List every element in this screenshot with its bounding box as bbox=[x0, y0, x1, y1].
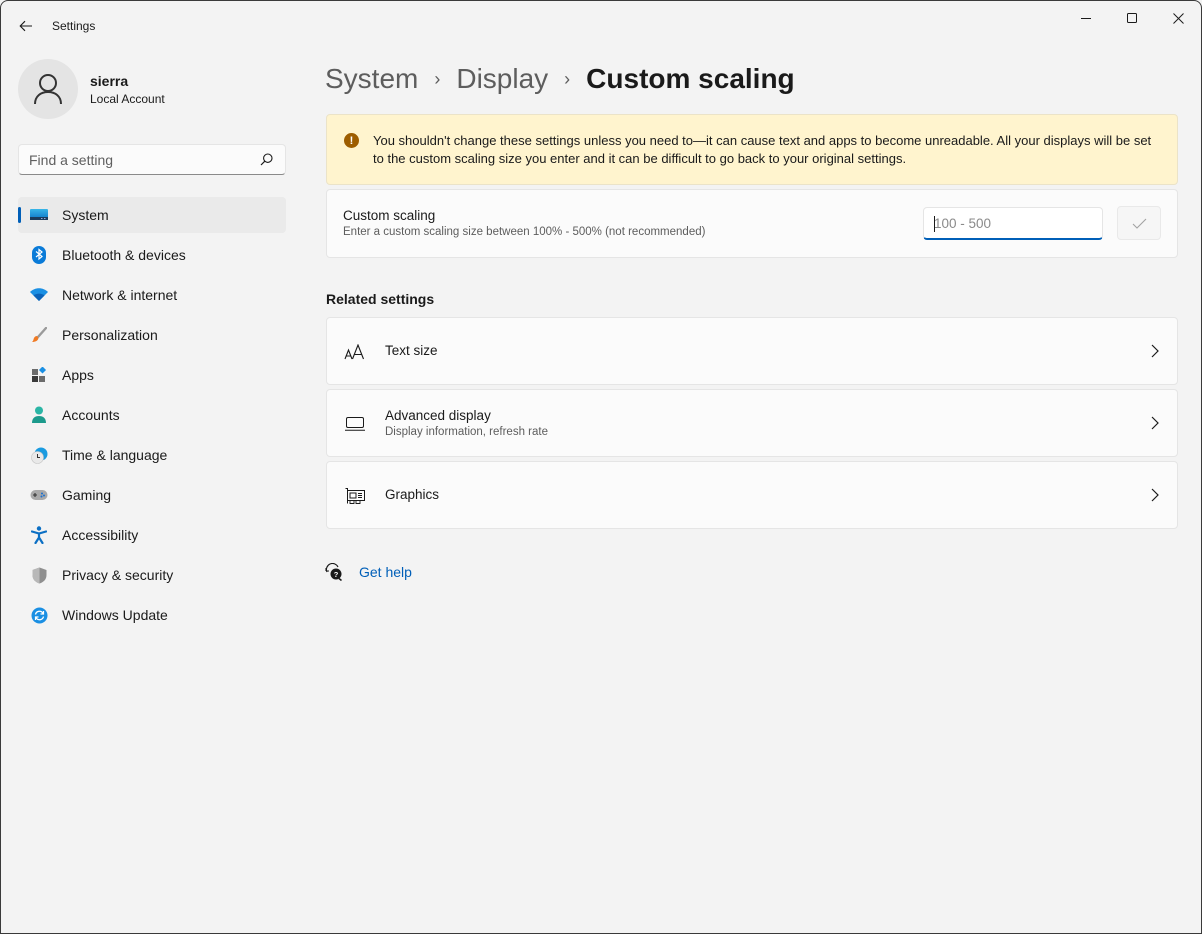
sidebar-nav: System Bluetooth & devices Network & int… bbox=[18, 197, 286, 637]
sidebar-item-label: Time & language bbox=[62, 447, 168, 463]
gamepad-icon bbox=[29, 485, 49, 505]
close-button[interactable] bbox=[1155, 1, 1201, 35]
profile-account-type: Local Account bbox=[90, 91, 165, 106]
maximize-button[interactable] bbox=[1109, 1, 1155, 35]
maximize-icon bbox=[1127, 13, 1137, 23]
sidebar-item-label: Network & internet bbox=[62, 287, 178, 303]
search-input[interactable] bbox=[19, 145, 249, 174]
sidebar-item-label: Privacy & security bbox=[62, 567, 174, 583]
sidebar-item-time-language[interactable]: Time & language bbox=[18, 437, 286, 473]
close-icon bbox=[1172, 12, 1184, 24]
breadcrumb-separator: › bbox=[564, 68, 571, 89]
warning-text: You shouldn't change these settings unle… bbox=[373, 133, 1152, 166]
breadcrumb-separator: › bbox=[434, 68, 441, 89]
svg-text:?: ? bbox=[334, 570, 339, 579]
warning-icon: ! bbox=[344, 133, 359, 148]
system-icon bbox=[29, 205, 49, 225]
clock-globe-icon bbox=[29, 445, 49, 465]
related-item-advanced-display[interactable]: Advanced display Display information, re… bbox=[326, 389, 1178, 457]
sidebar-item-system[interactable]: System bbox=[18, 197, 286, 233]
user-profile[interactable]: sierra Local Account bbox=[18, 59, 165, 119]
sidebar-item-label: Accessibility bbox=[62, 527, 139, 543]
custom-scaling-input[interactable] bbox=[924, 208, 1102, 238]
checkmark-icon bbox=[1132, 218, 1146, 229]
related-settings-heading: Related settings bbox=[326, 291, 435, 307]
sidebar-item-label: Personalization bbox=[62, 327, 158, 343]
minimize-icon bbox=[1081, 18, 1091, 19]
get-help-label: Get help bbox=[359, 564, 412, 580]
custom-scaling-title: Custom scaling bbox=[343, 208, 436, 223]
title-bar: Settings bbox=[1, 1, 1201, 49]
page-title: Custom scaling bbox=[586, 63, 795, 94]
chevron-right-icon bbox=[1151, 488, 1159, 502]
monitor-icon bbox=[344, 414, 366, 434]
help-icon: ? bbox=[325, 563, 342, 581]
chevron-right-icon bbox=[1151, 416, 1159, 430]
search-icon bbox=[260, 153, 273, 166]
custom-scaling-description: Enter a custom scaling size between 100%… bbox=[343, 226, 706, 238]
breadcrumb: System › Display › Custom scaling bbox=[325, 59, 795, 99]
profile-name: sierra bbox=[90, 72, 129, 89]
chevron-right-icon bbox=[1151, 344, 1159, 358]
search-box[interactable] bbox=[18, 144, 286, 175]
sidebar-item-accounts[interactable]: Accounts bbox=[18, 397, 286, 433]
sidebar-item-label: Accounts bbox=[62, 407, 120, 423]
breadcrumb-system[interactable]: System bbox=[325, 63, 418, 95]
back-button[interactable] bbox=[13, 13, 39, 39]
avatar bbox=[18, 59, 78, 119]
sidebar-item-label: Bluetooth & devices bbox=[62, 247, 186, 263]
sidebar-item-label: Gaming bbox=[62, 487, 112, 503]
get-help-link[interactable]: ? Get help bbox=[325, 563, 412, 581]
sidebar-item-label: System bbox=[62, 207, 109, 223]
shield-icon bbox=[29, 565, 49, 585]
sidebar-item-network[interactable]: Network & internet bbox=[18, 277, 286, 313]
related-item-title: Advanced display bbox=[385, 408, 491, 423]
sidebar-item-bluetooth[interactable]: Bluetooth & devices bbox=[18, 237, 286, 273]
related-item-text-size[interactable]: Text size bbox=[326, 317, 1178, 385]
wifi-icon bbox=[29, 285, 49, 305]
related-item-title: Text size bbox=[385, 343, 438, 358]
apply-scaling-button[interactable] bbox=[1117, 206, 1161, 240]
related-item-graphics[interactable]: Graphics bbox=[326, 461, 1178, 529]
app-title: Settings bbox=[52, 19, 96, 33]
minimize-button[interactable] bbox=[1063, 1, 1109, 35]
paintbrush-icon bbox=[29, 325, 49, 345]
accessibility-icon bbox=[29, 525, 49, 545]
sidebar-item-apps[interactable]: Apps bbox=[18, 357, 286, 393]
sidebar-item-personalization[interactable]: Personalization bbox=[18, 317, 286, 353]
accounts-icon bbox=[29, 405, 49, 425]
sidebar-item-privacy[interactable]: Privacy & security bbox=[18, 557, 286, 593]
related-item-subtitle: Display information, refresh rate bbox=[385, 426, 548, 438]
back-arrow-icon bbox=[19, 20, 32, 32]
text-caret bbox=[934, 216, 935, 232]
person-icon bbox=[34, 74, 62, 105]
bluetooth-icon bbox=[29, 245, 49, 265]
related-item-title: Graphics bbox=[385, 487, 440, 502]
breadcrumb-display[interactable]: Display bbox=[456, 63, 548, 95]
custom-scaling-card: Custom scaling Enter a custom scaling si… bbox=[326, 189, 1178, 258]
sidebar-item-label: Apps bbox=[62, 367, 94, 383]
warning-banner: ! You shouldn't change these settings un… bbox=[326, 114, 1178, 185]
settings-window: Settings sierra Local Account System bbox=[0, 0, 1202, 934]
sidebar-item-label: Windows Update bbox=[62, 607, 168, 623]
sidebar-item-windows-update[interactable]: Windows Update bbox=[18, 597, 286, 633]
sidebar-item-gaming[interactable]: Gaming bbox=[18, 477, 286, 513]
custom-scaling-field[interactable] bbox=[923, 207, 1103, 240]
apps-icon bbox=[29, 365, 49, 385]
sidebar-item-accessibility[interactable]: Accessibility bbox=[18, 517, 286, 553]
graphics-card-icon bbox=[344, 486, 366, 506]
text-size-icon bbox=[344, 342, 366, 362]
update-icon bbox=[29, 605, 49, 625]
